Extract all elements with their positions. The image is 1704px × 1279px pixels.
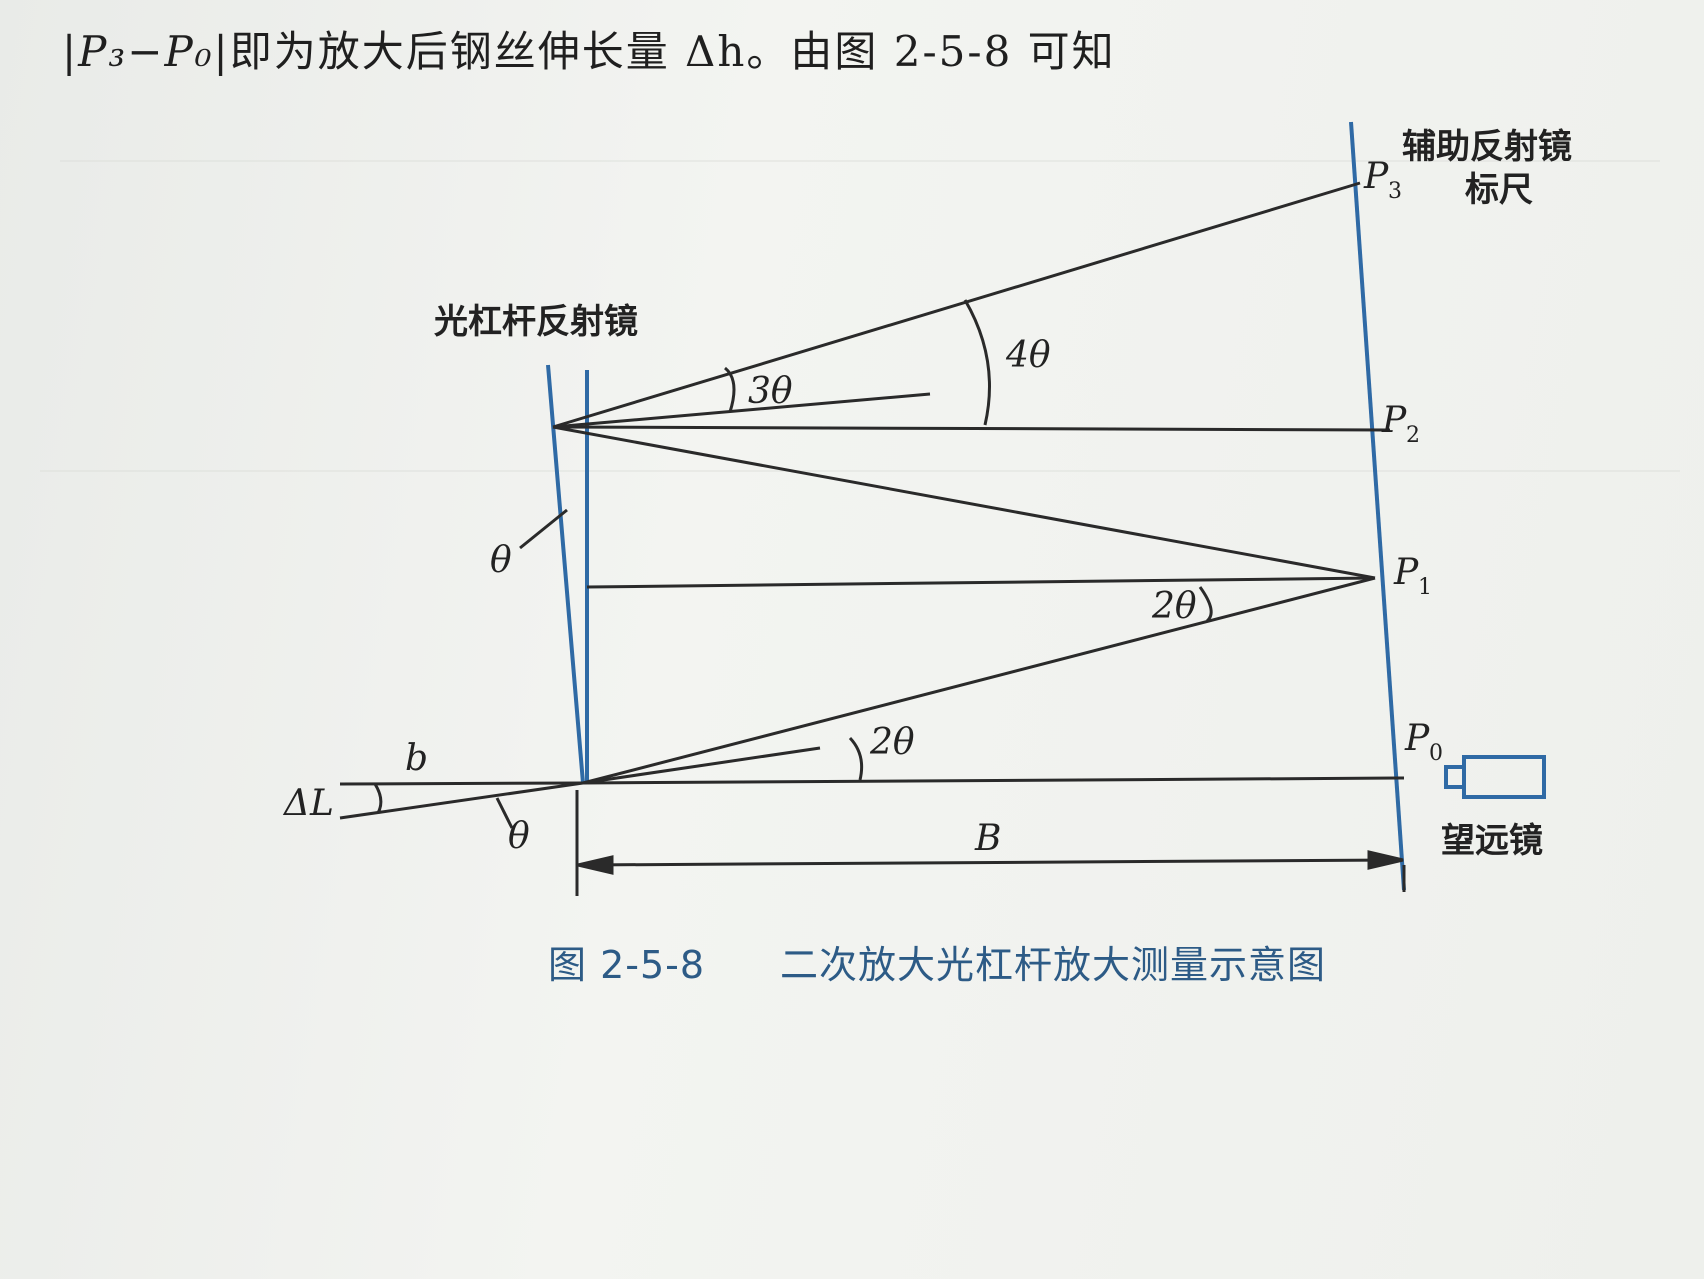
- symbol-delta-l: ΔL: [282, 783, 334, 824]
- dim-arrow-left: [577, 855, 614, 875]
- angle-3theta-label: 3θ: [748, 371, 793, 412]
- p0-sub: 0: [1429, 741, 1443, 766]
- figure-caption-title: 二次放大光杠杆放大测量示意图: [780, 943, 1326, 987]
- p2-main: P: [1381, 400, 1407, 441]
- angle-2theta-lower-label: 2θ: [869, 722, 915, 763]
- point-p2: P 2: [1381, 400, 1420, 448]
- label-lever-mirror: 光杠杆反射镜: [434, 302, 638, 342]
- dim-line: [584, 858, 1397, 867]
- arc-delta-l: [373, 783, 383, 814]
- point-p3: P 3: [1363, 156, 1402, 204]
- p1-sub: 1: [1418, 575, 1432, 600]
- p3-sub: 3: [1388, 179, 1402, 204]
- ray-to-p3: [552, 181, 1361, 429]
- ray-to-p2: [552, 425, 1391, 432]
- label-telescope: 望远镜: [1441, 821, 1543, 861]
- ray-p1-horizontal: [586, 576, 1376, 589]
- p1-main: P: [1393, 552, 1419, 593]
- optical-lever-diagram: 光杠杆反射镜 辅助反射镜 标尺 望远镜 P 3 P 2 P 1 P 0 3θ 4…: [40, 121, 1680, 987]
- p3-main: P: [1363, 156, 1389, 197]
- telescope-icon: [1444, 755, 1546, 799]
- arc-2theta-upper: [1198, 586, 1213, 623]
- angle-theta-lever-label: θ: [508, 816, 530, 857]
- angle-4theta-label: 4θ: [1005, 335, 1051, 376]
- point-p0: P 0: [1404, 718, 1443, 766]
- symbol-big-b: B: [974, 818, 1001, 859]
- p0-main: P: [1404, 718, 1430, 759]
- point-p1: P 1: [1393, 552, 1432, 600]
- ray-p1-to-mirror: [552, 425, 1376, 580]
- aux-mirror-scale: [1349, 121, 1406, 891]
- bleed-through-texture: [40, 160, 1680, 472]
- label-scale: 标尺: [1465, 170, 1533, 210]
- figure-caption-number: 图 2-5-8: [548, 943, 705, 987]
- arc-2theta-lower: [848, 736, 864, 781]
- dim-arrow-right: [1367, 850, 1404, 870]
- arc-4theta: [963, 299, 991, 426]
- ray-p0-horizontal: [582, 776, 1405, 785]
- angle-theta-mirror-label: θ: [490, 540, 512, 581]
- angle-2theta-upper-label: 2θ: [1151, 586, 1197, 627]
- p2-sub: 2: [1406, 423, 1420, 448]
- label-aux-mirror: 辅助反射镜: [1402, 127, 1572, 167]
- symbol-b: b: [405, 738, 428, 779]
- ray-to-p1: [582, 576, 1376, 785]
